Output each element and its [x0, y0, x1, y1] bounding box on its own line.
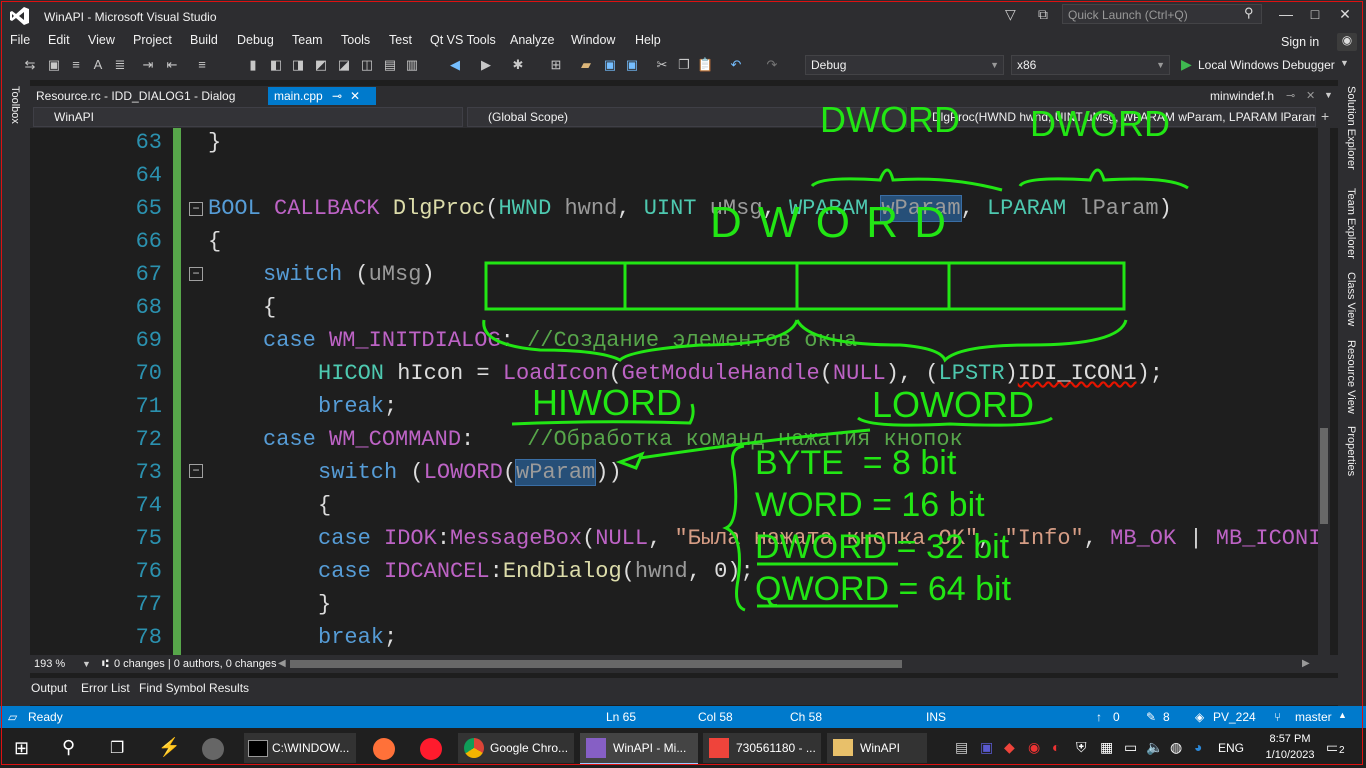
- branch-icon[interactable]: ⑂: [1274, 710, 1281, 724]
- bottom-panel-tabs: Output Error List Find Symbol Results: [0, 678, 1366, 705]
- zoom-level[interactable]: 193 %: [34, 658, 65, 670]
- horizontal-scrollbar-thumb[interactable]: [290, 660, 902, 668]
- dword-box: [484, 261, 1126, 311]
- chevron-up-icon[interactable]: ▲: [1338, 710, 1347, 720]
- annotation-word: WORD = 16 bit: [755, 486, 985, 524]
- opera-icon[interactable]: [420, 738, 442, 760]
- taskbar-app-label: WinAPI - Mi...: [613, 741, 687, 755]
- chrome-icon: [464, 738, 484, 758]
- status-changes[interactable]: 8: [1163, 710, 1170, 724]
- volume-icon[interactable]: 🔈: [1146, 739, 1163, 756]
- annotation-dword-size: DWORD = 32 bit: [755, 528, 1010, 566]
- clock-time[interactable]: 8:57 PM: [1260, 733, 1320, 745]
- input-language[interactable]: ENG: [1218, 741, 1244, 755]
- status-icon: ▱: [8, 710, 18, 724]
- taskbar-app-vs[interactable]: WinAPI - Mi...: [580, 733, 698, 765]
- scroll-right-icon[interactable]: ▶: [1302, 658, 1310, 669]
- annotation-dword-right: DWORD: [1030, 103, 1170, 144]
- annotation-loword: LOWORD: [872, 384, 1034, 425]
- codelens-info[interactable]: 0 changes | 0 authors, 0 changes: [114, 658, 276, 670]
- search-icon[interactable]: ⚲: [62, 737, 75, 758]
- battery-icon[interactable]: ▭: [1124, 739, 1137, 756]
- lparam-brace: [1018, 168, 1189, 190]
- scroll-left-icon[interactable]: ◀: [278, 658, 286, 669]
- annotation-hiword: HIWORD: [532, 382, 682, 423]
- editor-bottom-bar: 193 % ▼ ⑆ 0 changes | 0 authors, 0 chang…: [30, 655, 1338, 673]
- tab-find-symbol-results[interactable]: Find Symbol Results: [139, 681, 249, 695]
- notification-count: 2: [1337, 745, 1347, 756]
- visual-studio-icon: [586, 738, 606, 758]
- annotation-dword-left: DWORD: [820, 99, 960, 140]
- status-branch[interactable]: master: [1295, 710, 1332, 724]
- anydesk-tray-icon[interactable]: ◆: [1004, 739, 1015, 756]
- taskbar-app-label: C:\WINDOW...: [272, 741, 350, 755]
- annotation-qword-size: QWORD = 64 bit: [755, 570, 1012, 608]
- chevron-down-icon[interactable]: ▼: [82, 659, 91, 669]
- tray-app-icon[interactable]: ◐: [1052, 739, 1060, 755]
- anydesk-icon: [709, 738, 729, 758]
- annotation-byte: BYTE = 8 bit: [755, 444, 957, 482]
- taskbar-app-chrome[interactable]: Google Chro...: [458, 733, 574, 763]
- loword-brace: [795, 319, 1128, 363]
- cmd-icon: [248, 740, 268, 757]
- taskbar-app-anydesk[interactable]: 730561180 - ...: [703, 733, 821, 763]
- tray-app-icon[interactable]: ◉: [1028, 739, 1040, 756]
- taskbar-app-label: 730561180 - ...: [736, 741, 816, 755]
- tab-error-list[interactable]: Error List: [81, 681, 130, 695]
- windows-start-icon[interactable]: ⊞: [14, 738, 29, 759]
- pinned-app-icon[interactable]: [202, 738, 224, 760]
- taskbar-app-explorer[interactable]: WinAPI: [827, 733, 927, 763]
- hiword-brace: [482, 319, 799, 362]
- status-char: Ch 58: [790, 710, 823, 724]
- status-line: Ln 65: [606, 710, 637, 724]
- folder-icon: [833, 739, 853, 756]
- tab-output[interactable]: Output: [31, 681, 67, 695]
- status-column: Col 58: [698, 710, 733, 724]
- status-ready: Ready: [28, 710, 63, 724]
- taskbar-app-label: Google Chro...: [490, 741, 569, 755]
- status-insert-mode: INS: [926, 710, 947, 724]
- teams-icon[interactable]: ▣: [980, 739, 993, 756]
- tray-app-icon[interactable]: ◕: [1194, 739, 1202, 755]
- task-view-icon[interactable]: ❐: [110, 738, 124, 758]
- tray-app-icon[interactable]: ▦: [1100, 739, 1113, 756]
- network-icon[interactable]: ◍: [1170, 739, 1182, 756]
- shield-icon[interactable]: ⛨: [1076, 739, 1087, 756]
- pinned-app-icon[interactable]: ⚡: [158, 737, 180, 758]
- wparam-brace: [810, 168, 1003, 192]
- taskbar-app-label: WinAPI: [860, 741, 901, 755]
- firefox-icon[interactable]: [373, 738, 395, 760]
- status-unpushed[interactable]: 0: [1113, 710, 1120, 724]
- status-bar: ▱ Ready Ln 65 Col 58 Ch 58 INS ↑ 0 ✎ 8 ◈…: [0, 706, 1366, 728]
- status-repository[interactable]: PV_224: [1213, 710, 1256, 724]
- taskbar-app-cmd[interactable]: C:\WINDOW...: [244, 733, 356, 763]
- sizes-brace: [722, 444, 746, 612]
- annotation-dword-mid: D W O R D: [710, 198, 948, 247]
- repo-icon[interactable]: ◈: [1195, 710, 1204, 724]
- arrow-up-icon[interactable]: ↑: [1096, 710, 1102, 724]
- git-changes-icon[interactable]: ⑆: [102, 658, 109, 670]
- tray-app-icon[interactable]: ▤: [955, 739, 968, 756]
- clock-date[interactable]: 1/10/2023: [1260, 749, 1320, 761]
- pencil-icon[interactable]: ✎: [1146, 710, 1156, 724]
